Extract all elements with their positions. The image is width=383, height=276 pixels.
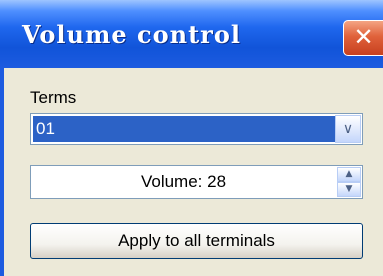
terms-select[interactable]: 01 ∨ (30, 113, 363, 145)
apply-all-terminals-button[interactable]: Apply to all terminals (30, 223, 363, 259)
volume-control-window: Volume control ✕ Terms 01 ∨ Volume: 28 ▲… (0, 0, 383, 276)
volume-value-text[interactable]: Volume: 28 (31, 166, 336, 198)
terms-selected-value[interactable]: 01 (33, 116, 336, 142)
title-bar[interactable]: Volume control ✕ (0, 0, 383, 68)
window-title: Volume control (22, 20, 241, 49)
close-icon: ✕ (353, 23, 374, 51)
spin-up-icon[interactable]: ▲ (337, 167, 361, 182)
volume-spinner[interactable]: Volume: 28 ▲ ▼ (30, 165, 363, 199)
terms-label: Terms (30, 88, 77, 107)
chevron-down-icon[interactable]: ∨ (335, 115, 361, 143)
spin-down-icon[interactable]: ▼ (337, 182, 361, 197)
close-button[interactable]: ✕ (343, 20, 383, 56)
